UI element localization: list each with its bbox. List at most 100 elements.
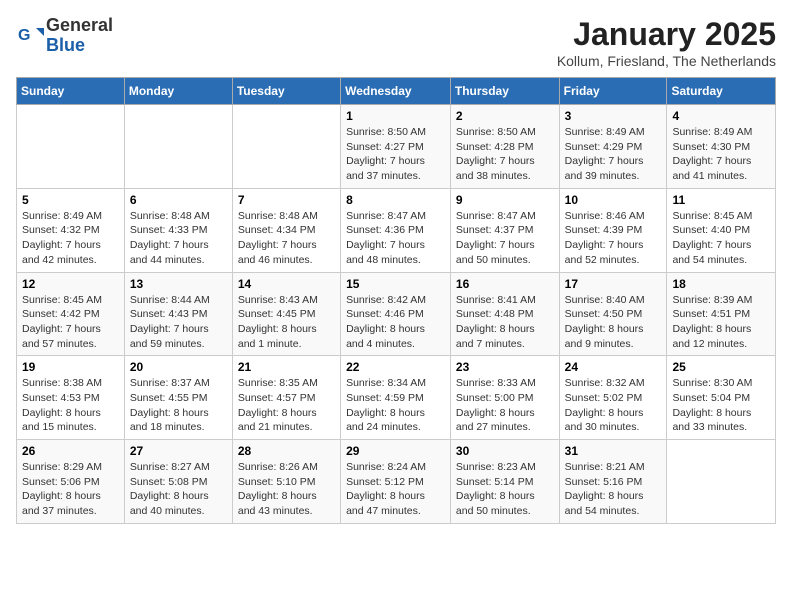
calendar-cell: 19 Sunrise: 8:38 AM Sunset: 4:53 PM Dayli…: [17, 356, 125, 440]
day-info: Sunrise: 8:45 AM Sunset: 4:40 PM Dayligh…: [672, 209, 770, 268]
calendar-cell: 21 Sunrise: 8:35 AM Sunset: 4:57 PM Dayli…: [232, 356, 340, 440]
day-number: 25: [672, 360, 770, 374]
calendar-cell: 29 Sunrise: 8:24 AM Sunset: 5:12 PM Dayli…: [341, 440, 451, 524]
calendar-cell: 4Sunrise: 8:49 AM Sunset: 4:30 PM Daylig…: [667, 105, 776, 189]
day-info: Sunrise: 8:27 AM Sunset: 5:08 PM Dayligh…: [130, 460, 227, 519]
day-number: 18: [672, 277, 770, 291]
day-info: Sunrise: 8:32 AM Sunset: 5:02 PM Dayligh…: [565, 376, 662, 435]
day-info: Sunrise: 8:50 AM Sunset: 4:28 PM Dayligh…: [456, 125, 554, 184]
day-info: Sunrise: 8:34 AM Sunset: 4:59 PM Dayligh…: [346, 376, 445, 435]
week-row-4: 19 Sunrise: 8:38 AM Sunset: 4:53 PM Dayli…: [17, 356, 776, 440]
day-number: 28: [238, 444, 335, 458]
weekday-header-wednesday: Wednesday: [341, 78, 451, 105]
week-row-3: 12 Sunrise: 8:45 AM Sunset: 4:42 PM Dayli…: [17, 272, 776, 356]
day-number: 15: [346, 277, 445, 291]
calendar-cell: 26Sunrise: 8:29 AM Sunset: 5:06 PM Dayli…: [17, 440, 125, 524]
day-info: Sunrise: 8:35 AM Sunset: 4:57 PM Dayligh…: [238, 376, 335, 435]
day-number: 19: [22, 360, 119, 374]
calendar-cell: 14 Sunrise: 8:43 AM Sunset: 4:45 PM Dayli…: [232, 272, 340, 356]
calendar-cell: 12 Sunrise: 8:45 AM Sunset: 4:42 PM Dayli…: [17, 272, 125, 356]
weekday-header-thursday: Thursday: [450, 78, 559, 105]
calendar-cell: 2Sunrise: 8:50 AM Sunset: 4:28 PM Daylig…: [450, 105, 559, 189]
calendar-cell: 24 Sunrise: 8:32 AM Sunset: 5:02 PM Dayli…: [559, 356, 667, 440]
month-title: January 2025: [557, 16, 776, 53]
calendar-cell: 31 Sunrise: 8:21 AM Sunset: 5:16 PM Dayli…: [559, 440, 667, 524]
day-number: 14: [238, 277, 335, 291]
calendar-cell: 13 Sunrise: 8:44 AM Sunset: 4:43 PM Dayli…: [124, 272, 232, 356]
day-number: 24: [565, 360, 662, 374]
day-info: Sunrise: 8:45 AM Sunset: 4:42 PM Dayligh…: [22, 293, 119, 352]
weekday-header-sunday: Sunday: [17, 78, 125, 105]
day-number: 23: [456, 360, 554, 374]
day-info: Sunrise: 8:48 AM Sunset: 4:34 PM Dayligh…: [238, 209, 335, 268]
calendar-cell: [124, 105, 232, 189]
day-number: 4: [672, 109, 770, 123]
day-number: 10: [565, 193, 662, 207]
weekday-header-tuesday: Tuesday: [232, 78, 340, 105]
day-number: 30: [456, 444, 554, 458]
day-number: 31: [565, 444, 662, 458]
day-info: Sunrise: 8:21 AM Sunset: 5:16 PM Dayligh…: [565, 460, 662, 519]
day-info: Sunrise: 8:38 AM Sunset: 4:53 PM Dayligh…: [22, 376, 119, 435]
day-info: Sunrise: 8:49 AM Sunset: 4:29 PM Dayligh…: [565, 125, 662, 184]
calendar-cell: 10 Sunrise: 8:46 AM Sunset: 4:39 PM Dayli…: [559, 188, 667, 272]
weekday-header-friday: Friday: [559, 78, 667, 105]
calendar-cell: 27 Sunrise: 8:27 AM Sunset: 5:08 PM Dayli…: [124, 440, 232, 524]
day-number: 17: [565, 277, 662, 291]
day-number: 9: [456, 193, 554, 207]
day-info: Sunrise: 8:48 AM Sunset: 4:33 PM Dayligh…: [130, 209, 227, 268]
day-info: Sunrise: 8:33 AM Sunset: 5:00 PM Dayligh…: [456, 376, 554, 435]
svg-text:G: G: [18, 27, 30, 44]
day-number: 7: [238, 193, 335, 207]
day-number: 21: [238, 360, 335, 374]
day-info: Sunrise: 8:41 AM Sunset: 4:48 PM Dayligh…: [456, 293, 554, 352]
logo-icon: G: [16, 22, 44, 50]
logo-general-text: General: [46, 16, 113, 36]
calendar-cell: 6 Sunrise: 8:48 AM Sunset: 4:33 PM Daylig…: [124, 188, 232, 272]
calendar-cell: 23 Sunrise: 8:33 AM Sunset: 5:00 PM Dayli…: [450, 356, 559, 440]
day-info: Sunrise: 8:42 AM Sunset: 4:46 PM Dayligh…: [346, 293, 445, 352]
day-info: Sunrise: 8:30 AM Sunset: 5:04 PM Dayligh…: [672, 376, 770, 435]
calendar-cell: 30Sunrise: 8:23 AM Sunset: 5:14 PM Dayli…: [450, 440, 559, 524]
calendar-cell: 15 Sunrise: 8:42 AM Sunset: 4:46 PM Dayli…: [341, 272, 451, 356]
calendar-cell: 5Sunrise: 8:49 AM Sunset: 4:32 PM Daylig…: [17, 188, 125, 272]
day-number: 1: [346, 109, 445, 123]
logo: G General Blue: [16, 16, 113, 56]
day-number: 3: [565, 109, 662, 123]
day-number: 16: [456, 277, 554, 291]
day-number: 29: [346, 444, 445, 458]
calendar-cell: 20Sunrise: 8:37 AM Sunset: 4:55 PM Dayli…: [124, 356, 232, 440]
calendar-cell: 11Sunrise: 8:45 AM Sunset: 4:40 PM Dayli…: [667, 188, 776, 272]
day-number: 13: [130, 277, 227, 291]
weekday-header-saturday: Saturday: [667, 78, 776, 105]
day-number: 26: [22, 444, 119, 458]
day-info: Sunrise: 8:24 AM Sunset: 5:12 PM Dayligh…: [346, 460, 445, 519]
location-subtitle: Kollum, Friesland, The Netherlands: [557, 53, 776, 69]
day-info: Sunrise: 8:50 AM Sunset: 4:27 PM Dayligh…: [346, 125, 445, 184]
calendar-cell: 16 Sunrise: 8:41 AM Sunset: 4:48 PM Dayli…: [450, 272, 559, 356]
day-info: Sunrise: 8:26 AM Sunset: 5:10 PM Dayligh…: [238, 460, 335, 519]
calendar-cell: [667, 440, 776, 524]
day-info: Sunrise: 8:40 AM Sunset: 4:50 PM Dayligh…: [565, 293, 662, 352]
day-number: 27: [130, 444, 227, 458]
day-number: 5: [22, 193, 119, 207]
day-number: 6: [130, 193, 227, 207]
calendar-cell: 7 Sunrise: 8:48 AM Sunset: 4:34 PM Daylig…: [232, 188, 340, 272]
day-info: Sunrise: 8:47 AM Sunset: 4:36 PM Dayligh…: [346, 209, 445, 268]
day-number: 20: [130, 360, 227, 374]
day-info: Sunrise: 8:44 AM Sunset: 4:43 PM Dayligh…: [130, 293, 227, 352]
weekday-header-monday: Monday: [124, 78, 232, 105]
calendar-cell: [17, 105, 125, 189]
calendar-cell: [232, 105, 340, 189]
calendar-cell: 17 Sunrise: 8:40 AM Sunset: 4:50 PM Dayli…: [559, 272, 667, 356]
day-number: 12: [22, 277, 119, 291]
title-block: January 2025 Kollum, Friesland, The Neth…: [557, 16, 776, 69]
calendar-cell: 3 Sunrise: 8:49 AM Sunset: 4:29 PM Daylig…: [559, 105, 667, 189]
calendar-cell: 8Sunrise: 8:47 AM Sunset: 4:36 PM Daylig…: [341, 188, 451, 272]
calendar-cell: 18Sunrise: 8:39 AM Sunset: 4:51 PM Dayli…: [667, 272, 776, 356]
week-row-5: 26Sunrise: 8:29 AM Sunset: 5:06 PM Dayli…: [17, 440, 776, 524]
day-info: Sunrise: 8:46 AM Sunset: 4:39 PM Dayligh…: [565, 209, 662, 268]
week-row-1: 1 Sunrise: 8:50 AM Sunset: 4:27 PM Daylig…: [17, 105, 776, 189]
week-row-2: 5Sunrise: 8:49 AM Sunset: 4:32 PM Daylig…: [17, 188, 776, 272]
day-info: Sunrise: 8:43 AM Sunset: 4:45 PM Dayligh…: [238, 293, 335, 352]
